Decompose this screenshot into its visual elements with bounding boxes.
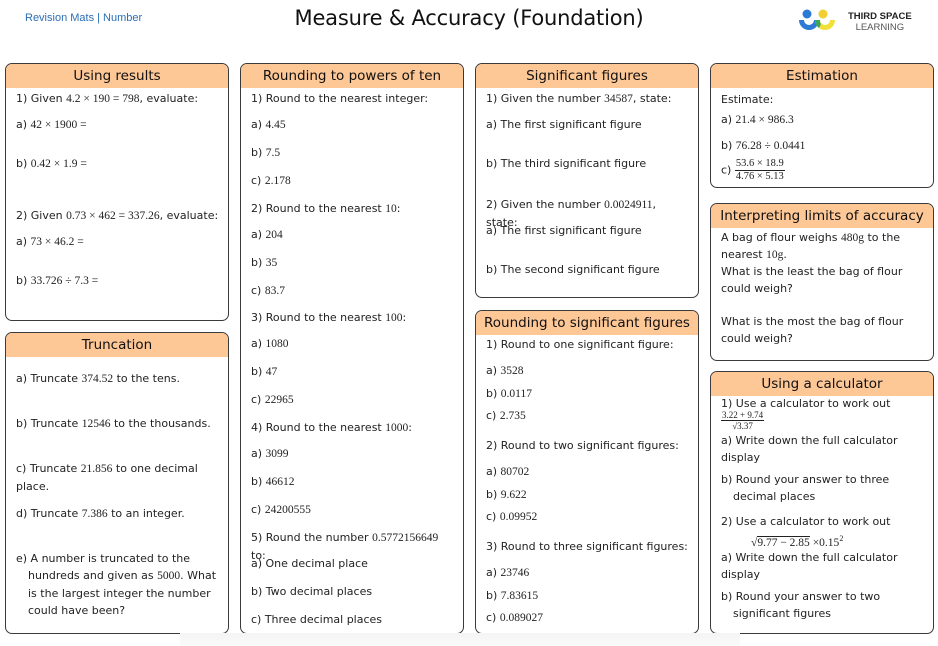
question-2a: a) Write down the full calculator displa… [721, 551, 898, 581]
question-least: What is the least the bag of flour could… [721, 265, 903, 295]
question-1b: b) 0.42 × 1.9 = [16, 157, 87, 170]
question-1: 1) Round to the nearest integer: [251, 92, 429, 105]
logo-text: THIRD SPACE LEARNING [848, 11, 912, 33]
question-1c: c) 2.178 [251, 174, 291, 187]
question-b: b) Truncate 12546 to the thousands. [16, 417, 211, 430]
question-a: a) Truncate 374.52 to the tens. [16, 372, 180, 385]
card-title: Estimation [711, 64, 933, 88]
question-2a: a) 73 × 46.2 = [16, 235, 84, 248]
card-using-results: Using results 1) Given 4.2 × 190 = 798, … [5, 63, 229, 321]
card-title: Truncation [6, 333, 228, 357]
page-shadow [180, 633, 740, 646]
question-5a: a) One decimal place [251, 557, 368, 570]
question-1b: b) 7.5 [251, 146, 281, 159]
fraction: 3.22 + 9.74 √3.37 [721, 410, 765, 431]
question-1: 1) Round to one significant figure: [486, 338, 674, 351]
question-5c: c) Three decimal places [251, 613, 383, 626]
question-e: e) A number is truncated to the hundreds… [16, 552, 217, 617]
question-2b: b) 33.726 ÷ 7.3 = [16, 274, 99, 287]
question-2c: c) 0.09952 [486, 510, 538, 523]
question-3: 3) Round to three significant figures: [486, 540, 688, 553]
question-2b: b) 9.622 [486, 488, 527, 501]
card-rounding-significant-figures: Rounding to significant figures 1) Round… [475, 310, 699, 634]
question-2c: c) 83.7 [251, 284, 285, 297]
question-3: 3) Round to the nearest 100: [251, 311, 407, 324]
question-3c: c) 22965 [251, 393, 294, 406]
card-truncation: Truncation a) Truncate 374.52 to the ten… [5, 332, 229, 634]
card-title: Interpreting limits of accuracy [711, 204, 933, 228]
question-1b: b) Round your answer to three decimal pl… [721, 473, 890, 503]
question-4: 4) Round to the nearest 1000: [251, 421, 412, 434]
third-space-learning-logo-icon [799, 9, 835, 30]
card-title: Using results [6, 64, 228, 88]
question-b: b) 76.28 ÷ 0.0441 [721, 139, 806, 152]
logo-line2: LEARNING [855, 22, 905, 33]
question-2a: a) The first significant figure [486, 224, 642, 237]
card-title: Rounding to powers of ten [241, 64, 463, 88]
fraction: 53.6 × 18.9 4.76 × 5.13 [734, 158, 785, 182]
question-1: 1) Use a calculator to work out 3.22 + 9… [721, 397, 891, 431]
question-1a: a) 42 × 1900 = [16, 118, 87, 131]
card-limits-of-accuracy: Interpreting limits of accuracy A bag of… [710, 203, 934, 361]
card-rounding-powers-of-ten: Rounding to powers of ten 1) Round to th… [240, 63, 464, 634]
question-d: d) Truncate 7.386 to an integer. [16, 507, 185, 520]
question-3a: a) 23746 [486, 566, 530, 579]
question-most: What is the most the bag of flour could … [721, 315, 904, 345]
estimation-intro: Estimate: [721, 93, 774, 106]
question-4a: a) 3099 [251, 447, 289, 460]
question-a: a) 21.4 × 986.3 [721, 113, 794, 126]
limits-line2: nearest 10g. [721, 248, 787, 261]
question-2b: b) 35 [251, 256, 278, 269]
question-2: 2) Given 0.73 × 462 = 337.26, evaluate: [16, 209, 219, 222]
question-1c: c) 2.735 [486, 409, 526, 422]
question-4b: b) 46612 [251, 475, 295, 488]
question-3c: c) 0.089027 [486, 611, 543, 624]
question-1: 1) Given 4.2 × 190 = 798, evaluate: [16, 92, 199, 105]
question-5b: b) Two decimal places [251, 585, 373, 598]
card-significant-figures: Significant figures 1) Given the number … [475, 63, 699, 298]
question-c: c) 53.6 × 18.9 4.76 × 5.13 [721, 158, 785, 182]
question-2: 2) Use a calculator to work out [721, 515, 891, 528]
question-1a: a) The first significant figure [486, 118, 642, 131]
card-title: Rounding to significant figures [476, 311, 698, 335]
logo-line1: THIRD SPACE [848, 11, 912, 22]
question-4c: c) 24200555 [251, 503, 311, 516]
question-1: 1) Given the number 34587, state: [486, 92, 672, 105]
card-title: Using a calculator [711, 372, 933, 396]
question-c: c) Truncate 21.856 to one decimal place. [16, 462, 198, 493]
question-2b: b) Round your answer to two significant … [721, 590, 881, 620]
logo: THIRD SPACE LEARNING [798, 8, 912, 36]
limits-line1: A bag of flour weighs 480g to the [721, 231, 901, 244]
card-estimation: Estimation Estimate: a) 21.4 × 986.3 b) … [710, 63, 934, 188]
question-1a: a) 4.45 [251, 118, 286, 131]
question-1b: b) 0.0117 [486, 387, 532, 400]
question-2a: a) 80702 [486, 465, 530, 478]
question-3b: b) 47 [251, 365, 278, 378]
card-using-calculator: Using a calculator 1) Use a calculator t… [710, 371, 934, 634]
question-1b: b) The third significant figure [486, 157, 647, 170]
question-2: 2) Round to two significant figures: [486, 439, 679, 452]
question-3b: b) 7.83615 [486, 589, 539, 602]
question-2b: b) The second significant figure [486, 263, 660, 276]
card-title: Significant figures [476, 64, 698, 88]
question-1a: a) 3528 [486, 364, 524, 377]
question-2: 2) Round to the nearest 10: [251, 202, 401, 215]
question-2a: a) 204 [251, 228, 283, 241]
question-3a: a) 1080 [251, 337, 289, 350]
question-1a: a) Write down the full calculator displa… [721, 434, 898, 464]
